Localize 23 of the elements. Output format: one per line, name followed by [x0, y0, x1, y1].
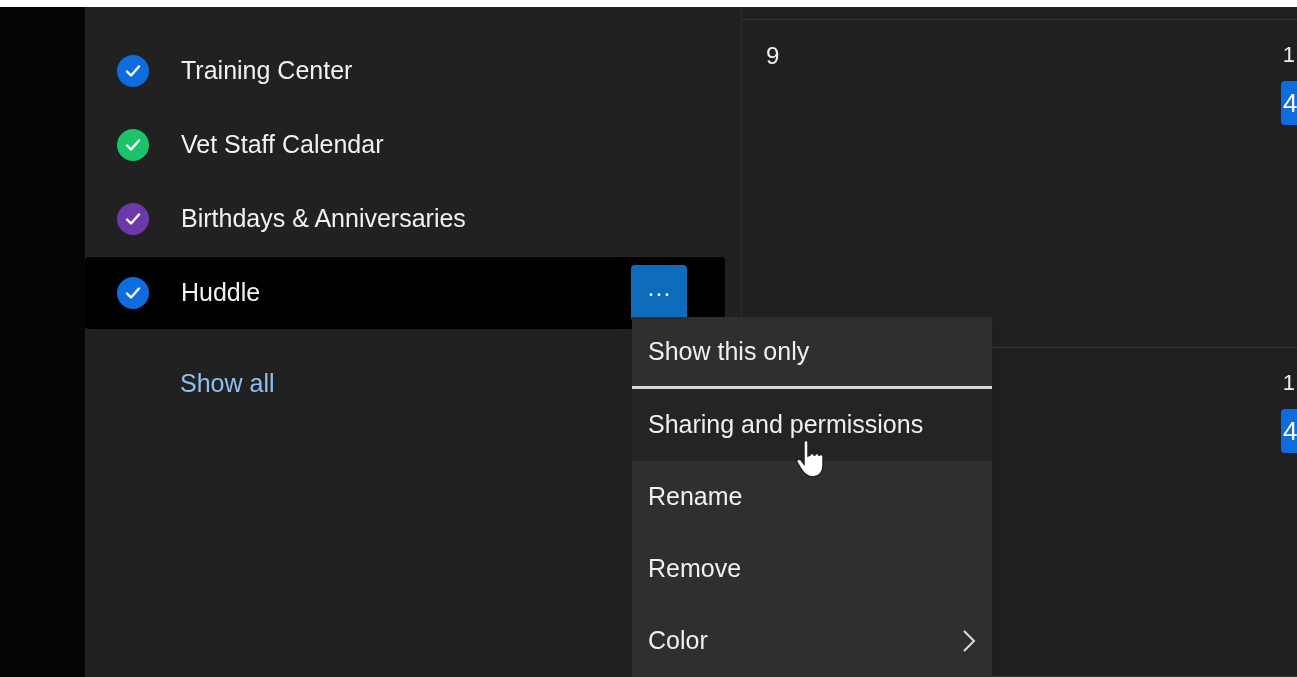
checkmark-circle-icon[interactable] — [117, 55, 149, 87]
chevron-right-icon — [962, 629, 976, 653]
calendar-name: Training Center — [181, 55, 354, 87]
calendar-name: Vet Staff Calendar — [181, 129, 385, 161]
day-number: 9 — [766, 40, 780, 71]
calendar-name: Birthdays & Anniversaries — [181, 203, 467, 235]
day-number: 1 — [1282, 40, 1296, 69]
calendar-item[interactable]: Vet Staff Calendar — [85, 109, 725, 181]
calendar-item[interactable]: Birthdays & Anniversaries — [85, 183, 725, 255]
checkmark-circle-icon[interactable] — [117, 277, 149, 309]
menu-item[interactable]: Remove — [632, 533, 992, 605]
calendar-item[interactable]: Huddle ··· — [85, 257, 725, 329]
event-count-badge[interactable]: 4 — [1281, 409, 1297, 454]
menu-item[interactable]: Rename — [632, 461, 992, 533]
day-number: 1 — [1282, 369, 1296, 398]
event-count-badge[interactable]: 4 — [1281, 80, 1297, 125]
hand-cursor-icon — [796, 439, 824, 479]
checkmark-circle-icon[interactable] — [117, 203, 149, 235]
show-all-link[interactable]: Show all — [180, 369, 275, 397]
calendar-item[interactable]: Training Center — [85, 35, 725, 107]
calendar-name: Huddle — [181, 277, 262, 309]
menu-item[interactable]: Color — [632, 605, 992, 677]
checkmark-circle-icon[interactable] — [117, 129, 149, 161]
